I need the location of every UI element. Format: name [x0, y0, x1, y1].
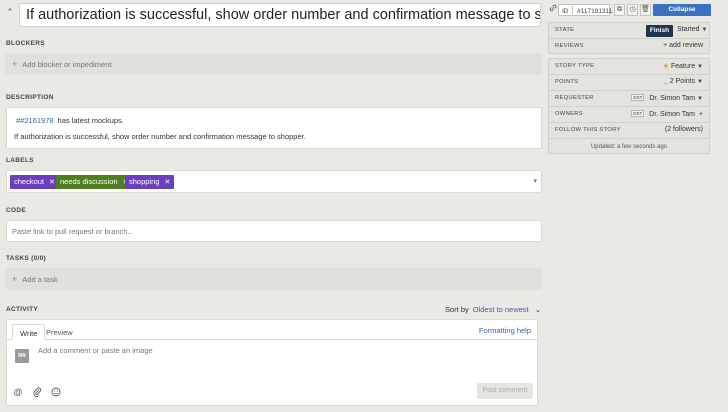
updated-timestamp: Updated: a few seconds ago — [590, 144, 668, 150]
state-row: STATE Finish Started ▼ — [549, 23, 709, 39]
points-row[interactable]: POINTS ▁ 2 Points ▼ — [549, 75, 709, 91]
id-label: ID — [562, 8, 569, 15]
comment-panel: Write Preview Formatting help MR Add a c… — [6, 319, 538, 406]
collapse-button[interactable]: Collapse — [653, 4, 711, 16]
requester-label: REQUESTER — [555, 95, 594, 101]
description-line-1: ##2161978 has latest mockups. — [16, 116, 124, 125]
history-icon[interactable]: ◷ — [627, 4, 638, 16]
points-dropdown[interactable]: ▁ 2 Points ▼ — [664, 78, 703, 85]
description-box[interactable]: ##2161978 has latest mockups. If authoriz… — [6, 107, 542, 149]
label-tag-name: checkout — [14, 177, 45, 186]
chevron-down-icon: ▼ — [701, 27, 708, 33]
tasks-heading: TASKS (0/0) — [6, 255, 47, 262]
requester-row[interactable]: REQUESTER DST Dr. Simon Tam ▼ — [549, 91, 709, 107]
emoji-icon[interactable] — [51, 387, 61, 397]
avatar: MR — [15, 349, 29, 363]
label-tag-name: needs discussion — [60, 177, 118, 186]
follow-row[interactable]: FOLLOW THIS STORY (2 followers) — [549, 123, 709, 139]
add-task-bar[interactable]: + Add a task — [6, 268, 542, 290]
tab-preview[interactable]: Preview — [39, 324, 80, 340]
add-review-link[interactable]: + add review — [663, 42, 703, 49]
mention-icon[interactable]: @ — [13, 387, 23, 397]
state-dropdown[interactable]: Started ▼ — [677, 26, 707, 33]
labels-dropdown-icon[interactable]: ▾ — [533, 177, 537, 185]
story-type-value: Feature — [670, 63, 696, 70]
state-block: STATE Finish Started ▼ REVIEWS + add rev… — [548, 22, 710, 54]
points-value: 2 Points — [669, 78, 696, 85]
clone-icon[interactable]: ⧉ — [614, 4, 625, 16]
chevron-down-icon: ▼ — [697, 79, 703, 85]
remove-label-icon[interactable]: ✕ — [164, 179, 170, 186]
followers-link[interactable]: (2 followers) — [665, 126, 703, 133]
link-icon[interactable] — [548, 4, 558, 16]
description-heading: DESCRIPTION — [6, 94, 54, 101]
owner-initials-badge: DST — [631, 110, 645, 117]
chevron-down-icon: ▼ — [697, 96, 703, 102]
feature-star-icon: ★ — [662, 63, 670, 70]
owners-field[interactable]: DST Dr. Simon Tam + — [631, 110, 703, 118]
sort-by-control[interactable]: Sort by Oldest to newest ⌄ — [445, 305, 541, 314]
add-owner-icon[interactable]: + — [699, 111, 703, 118]
add-task-text: Add a task — [22, 275, 58, 284]
sort-by-value[interactable]: Oldest to newest — [473, 305, 529, 314]
post-comment-button[interactable]: Post comment — [477, 383, 533, 399]
owners-row[interactable]: OWNERS DST Dr. Simon Tam + — [549, 107, 709, 123]
label-tag-needs-discussion[interactable]: needs discussion✕ — [56, 175, 133, 189]
owners-label: OWNERS — [555, 111, 583, 117]
label-tag-checkout[interactable]: checkout ✕ — [10, 175, 59, 189]
details-block: STORY TYPE ★ Feature ▼ POINTS ▁ 2 Points… — [548, 58, 710, 154]
trash-icon[interactable]: 🗑 — [640, 4, 651, 16]
blockers-heading: BLOCKERS — [6, 40, 45, 47]
story-type-dropdown[interactable]: ★ Feature ▼ — [663, 62, 703, 70]
attachment-icon[interactable] — [32, 387, 42, 397]
comment-tabs: Write Preview Formatting help — [7, 320, 537, 340]
requester-dropdown[interactable]: DST Dr. Simon Tam ▼ — [631, 94, 703, 102]
code-heading: CODE — [6, 207, 26, 214]
labels-field[interactable]: checkout ✕ needs discussion✕ shopping ✕ ▾ — [6, 170, 542, 193]
mockups-story-link[interactable]: ##2161978 — [16, 116, 54, 125]
state-label: STATE — [555, 27, 575, 33]
requester-initials-badge: DST — [631, 94, 645, 101]
points-icon: ▁ — [663, 79, 668, 85]
owner-value: Dr. Simon Tam — [649, 111, 695, 118]
collapse-story-chevron-icon[interactable]: ⌃ — [5, 6, 15, 18]
story-type-label: STORY TYPE — [555, 63, 595, 69]
code-link-input[interactable]: Paste link to pull request or branch... — [6, 220, 542, 242]
points-label: POINTS — [555, 79, 579, 85]
requester-value: Dr. Simon Tam — [649, 95, 696, 102]
add-blocker-bar[interactable]: + Add blocker or impediment — [6, 53, 542, 75]
story-id-box[interactable]: ID #117191311 — [558, 4, 613, 16]
finish-button[interactable]: Finish — [646, 25, 673, 37]
labels-heading: LABELS — [6, 157, 34, 164]
reviews-row: REVIEWS + add review — [549, 39, 709, 55]
plus-icon: + — [12, 59, 18, 69]
label-tag-name: shopping — [129, 177, 160, 186]
description-body: If authorization is successful, show ord… — [14, 132, 306, 141]
story-title-input[interactable]: If authorization is successful, show ord… — [19, 3, 541, 27]
story-toolbar: ID #117191311 ⧉ ◷ 🗑 Collapse — [548, 2, 711, 18]
activity-heading: ACTIVITY — [6, 306, 39, 313]
add-blocker-text: Add blocker or impediment — [22, 60, 112, 69]
remove-label-icon[interactable]: ✕ — [49, 179, 55, 186]
chevron-down-icon: ▼ — [697, 64, 703, 70]
formatting-help-link[interactable]: Formatting help — [479, 326, 531, 335]
sort-by-label: Sort by — [445, 305, 469, 314]
plus-icon: + — [12, 274, 18, 284]
comment-input[interactable]: Add a comment or paste an image — [38, 346, 153, 355]
chevron-down-icon[interactable]: ⌄ — [535, 305, 541, 314]
reviews-label: REVIEWS — [555, 43, 584, 49]
mockups-text: has latest mockups. — [57, 116, 124, 125]
story-id: #117191311 — [577, 8, 613, 15]
follow-label: FOLLOW THIS STORY — [555, 127, 621, 133]
story-type-row[interactable]: STORY TYPE ★ Feature ▼ — [549, 59, 709, 75]
label-tag-shopping[interactable]: shopping ✕ — [125, 175, 175, 189]
state-value: Started — [677, 26, 700, 33]
